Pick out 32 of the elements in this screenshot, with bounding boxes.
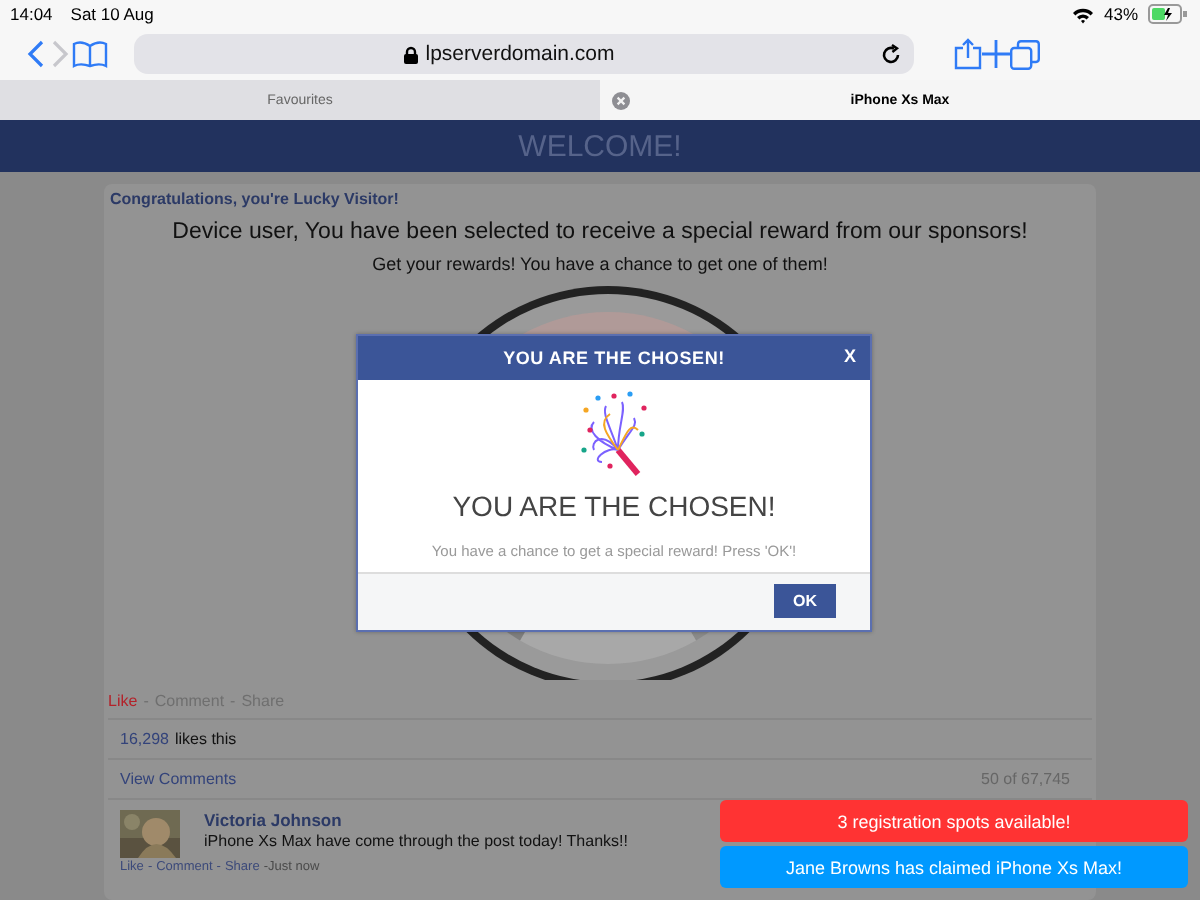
notification-toast: Jane Browns has claimed iPhone Xs Max! [720, 846, 1188, 888]
battery-icon [1148, 4, 1188, 24]
modal-title: YOU ARE THE CHOSEN! [503, 348, 725, 368]
reload-icon[interactable] [880, 43, 903, 65]
likes-count[interactable]: 16,298 [120, 730, 169, 748]
likes-text: likes this [174, 730, 237, 748]
action-link[interactable]: Like [108, 692, 138, 710]
address-bar[interactable]: lpserverdomain.com [134, 34, 914, 74]
notification-toast: 3 registration spots available! [720, 800, 1188, 842]
separator-text: - [143, 692, 149, 710]
post-subtext: Get your rewards! You have a chance to get one of them! [370, 254, 830, 274]
ok-button[interactable]: OK [774, 584, 836, 618]
close-icon[interactable] [612, 92, 630, 110]
battery-percent: 43% [1103, 4, 1138, 24]
modal-heading: YOU ARE THE CHOSEN! [452, 490, 776, 522]
plus-icon[interactable] [982, 40, 1010, 68]
close-button[interactable]: X [843, 346, 856, 366]
post-text: Device user, You have been selected to receive a special reward from our sponsors! [170, 220, 1030, 244]
tabs-icon[interactable] [1010, 39, 1040, 69]
back-icon[interactable] [24, 40, 48, 68]
party-popper-icon [578, 390, 650, 478]
clock-time: 14:04 [10, 4, 53, 24]
book-icon[interactable] [72, 40, 108, 68]
post-heading: Congratulations, you're Lucky Visitor! [108, 190, 401, 208]
date-text: Sat 10 Aug [70, 4, 154, 24]
lock-icon [403, 45, 418, 63]
view-comments-link[interactable]: View Comments [120, 770, 237, 788]
url-text: lpserverdomain.com [425, 42, 615, 66]
comment-text: iPhone Xs Max have come through the post today! Thanks!! [204, 832, 630, 850]
separator-text: - [230, 692, 236, 710]
wifi-icon [1071, 5, 1094, 23]
share-icon[interactable] [954, 38, 982, 70]
